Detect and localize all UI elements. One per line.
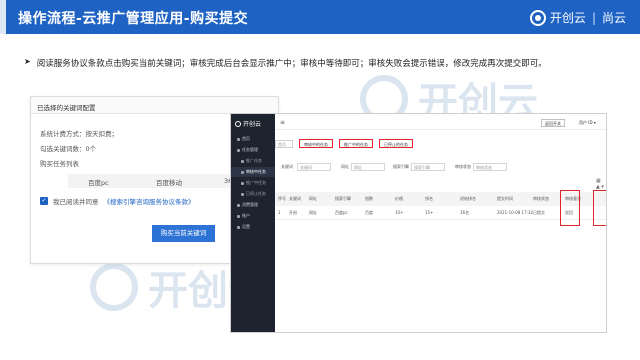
task-list-label: 购买任务列表	[40, 160, 79, 168]
sidebar-bullet-icon	[237, 225, 240, 229]
column-header: 初始排名	[460, 196, 476, 201]
table-cell: 已提交	[533, 210, 545, 215]
table-cell: 2021-10-08 17:32	[497, 210, 534, 215]
keyword-filter-input[interactable]: 关键词	[297, 163, 331, 171]
app-tabs: 首页 审核中的任务 推广中的任务 已停止的任务	[275, 136, 606, 150]
sidebar-item[interactable]: 审核中任务	[231, 167, 275, 177]
review-status-highlight	[560, 190, 580, 226]
filter-label: 搜索引擎	[393, 164, 409, 169]
agreement: ✓ 我已阅读并同意 《搜索引擎咨询服务协议条款》	[40, 196, 195, 206]
menu-icon[interactable]: ≡	[280, 119, 285, 126]
sidebar-item-label: 推广中任务	[246, 180, 266, 185]
description-text: 阅读服务协议条款点击购买当前关键词；审核完成后台会显示推广中；审核中等待即可；审…	[36, 59, 547, 69]
col-baidu-mobile: 百度移动	[156, 179, 182, 187]
status-filter-input[interactable]: 审核状态	[473, 163, 507, 171]
table-cell: 10+	[395, 210, 404, 215]
brand: 开创云 | 尚云	[529, 9, 626, 26]
column-header: 价格	[395, 196, 403, 201]
sidebar-item-label: 审核中任务	[246, 169, 266, 174]
sidebar-item[interactable]: 任务管理	[231, 145, 275, 155]
sidebar-bullet-icon	[241, 181, 244, 185]
selected-count: 勾选关键词数：0个	[40, 145, 97, 153]
sidebar-bullet-icon	[237, 203, 240, 207]
table-row: 1 开创 网址 百度pc 百度 10+ 15+ 16名 2021-10-08 17:32 已提交驳…	[275, 206, 606, 220]
app-topbar: ≡ 返回开关 用户 ID ▾	[275, 114, 606, 130]
billing-mode: 系统计费方式：按天扣费；	[40, 130, 118, 138]
agree-text: 我已阅读并同意	[53, 198, 99, 206]
tab-home[interactable]: 首页	[275, 140, 293, 148]
sidebar-item-label: 已停止任务	[246, 191, 266, 196]
header-accent-bar	[0, 0, 6, 34]
agreement-link[interactable]: 《搜索引擎咨询服务协议条款》	[104, 196, 195, 206]
brand-separator: |	[591, 10, 596, 25]
app-logo: 开创云	[235, 119, 261, 128]
sidebar-item[interactable]: 设置	[231, 222, 275, 232]
sidebar-item[interactable]: 推广中任务	[231, 178, 275, 188]
col-baidu-pc: 百度pc	[88, 179, 109, 187]
sidebar-item-label: 首页	[242, 136, 250, 141]
agree-checkbox[interactable]: ✓	[40, 197, 48, 205]
brand-name: 开创云	[549, 11, 586, 25]
sidebar-item-label: 账户	[242, 213, 250, 218]
buy-keyword-button[interactable]: 购买当前关键词	[152, 225, 215, 242]
table-cell: 15+	[425, 210, 434, 215]
bullet-arrow-icon: ➤	[24, 57, 31, 66]
sidebar-bullet-icon	[241, 159, 244, 163]
column-header: 排名	[425, 196, 433, 201]
review-opinion-highlight	[593, 190, 606, 226]
column-header: 提交时间	[497, 196, 513, 201]
table-cell: 1	[278, 210, 281, 215]
description: ➤ 阅读服务协议条款点击购买当前关键词；审核完成后台会显示推广中；审核中等待即可…	[24, 57, 624, 69]
sidebar-item-label: 消费管理	[242, 202, 258, 207]
column-header: 关键词	[289, 196, 301, 201]
sidebar-bullet-icon	[237, 137, 240, 141]
sidebar-item[interactable]: 消费管理	[231, 200, 275, 210]
table-cell: 16名	[460, 210, 470, 215]
table-tools[interactable]: ▦ ▲ ▾	[596, 178, 606, 190]
column-header: 网址	[309, 196, 317, 201]
slide-title: 操作流程-云推广管理应用-购买提交	[18, 11, 249, 27]
filter-label: 审核状态	[455, 164, 471, 169]
admin-screenshot: 开创云 首页任务管理推广任务审核中任务推广中任务已停止任务消费管理账户设置 ≡ …	[230, 113, 607, 333]
filter-label: 关键词	[281, 164, 293, 169]
sidebar-bullet-icon	[241, 192, 244, 196]
sidebar-item-label: 任务管理	[242, 147, 258, 152]
tab-promoting[interactable]: 推广中的任务	[339, 139, 373, 148]
sidebar-item[interactable]: 已停止任务	[231, 189, 275, 199]
sidebar-bullet-icon	[237, 214, 240, 218]
filter-label: 网址	[341, 164, 349, 169]
filter-bar: 关键词 关键词 网址 网址 搜索引擎 搜索引擎 审核状态 审核状态	[275, 162, 606, 174]
sidebar-item[interactable]: 首页	[231, 134, 275, 144]
user-menu[interactable]: 用户 ID ▾	[579, 120, 596, 126]
brand-sub: 尚云	[601, 11, 626, 25]
tab-reviewing[interactable]: 审核中的任务	[299, 139, 333, 148]
table-cell: 百度	[365, 210, 373, 215]
column-header: 指数	[365, 196, 373, 201]
sidebar-bullet-icon	[237, 148, 240, 152]
sidebar-item-label: 设置	[242, 224, 250, 229]
table-cell: 开创	[289, 210, 297, 215]
app-sidebar: 开创云 首页任务管理推广任务审核中任务推广中任务已停止任务消费管理账户设置	[231, 114, 275, 332]
url-filter-input[interactable]: 网址	[351, 163, 385, 171]
app-logo-icon	[235, 120, 241, 127]
sidebar-item[interactable]: 推广任务	[231, 156, 275, 166]
dialog-title: 已选择的关键词配置	[31, 97, 278, 114]
sidebar-bullet-icon	[241, 170, 244, 174]
column-header: 搜索引擎	[335, 196, 351, 201]
brand-logo-icon	[529, 9, 546, 26]
tab-stopped[interactable]: 已停止的任务	[379, 139, 413, 148]
top-button[interactable]: 返回开关	[541, 119, 565, 127]
sidebar-item[interactable]: 账户	[231, 211, 275, 221]
column-header: 审核状态	[533, 196, 549, 201]
table-cell: 网址	[309, 210, 317, 215]
column-header: 序号	[278, 196, 286, 201]
sidebar-item-label: 推广任务	[246, 158, 262, 163]
engine-filter-input[interactable]: 搜索引擎	[411, 163, 445, 171]
watermark-cloud-icon	[90, 263, 138, 311]
slide-header: 操作流程-云推广管理应用-购买提交 开创云 | 尚云	[0, 0, 640, 34]
table-header: 序号 关键词 网址 搜索引擎 指数 价格 排名 初始排名 提交时间 审核状态 审核意见	[275, 192, 606, 206]
table-cell: 百度pc	[335, 210, 348, 215]
app-logo-text: 开创云	[243, 121, 262, 128]
